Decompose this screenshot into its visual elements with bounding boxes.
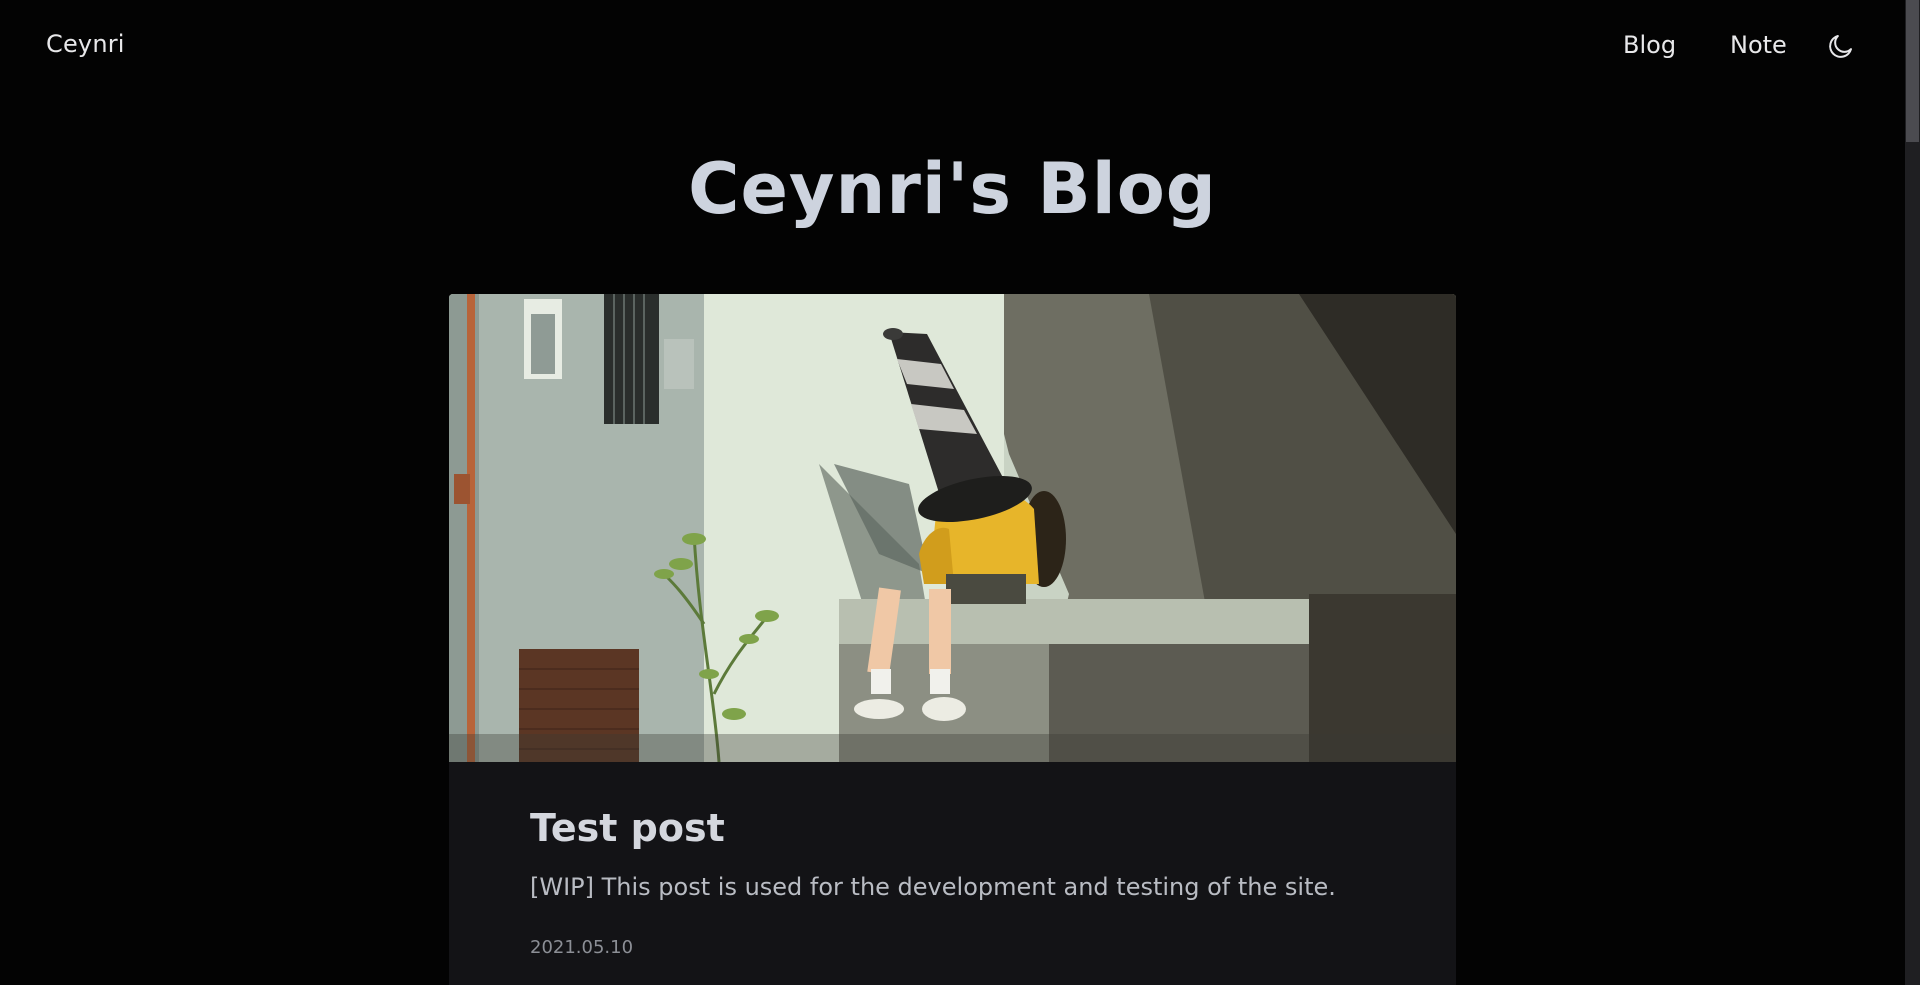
post-date: 2021.05.10 (530, 937, 634, 958)
page: Ceynri Blog Note Ceynri's Blog Test post… (0, 0, 1920, 985)
top-navbar: Ceynri Blog Note (0, 0, 1905, 92)
post-cover-image (449, 294, 1456, 763)
post-excerpt: [WIP] This post is used for the developm… (530, 873, 1336, 901)
page-title: Ceynri's Blog (688, 148, 1217, 230)
scrollbar-thumb[interactable] (1906, 0, 1919, 142)
brand-link[interactable]: Ceynri (46, 30, 125, 58)
nav-note-link[interactable]: Note (1730, 31, 1787, 59)
scrollbar-track[interactable] (1905, 0, 1920, 985)
nav-blog-link[interactable]: Blog (1623, 31, 1676, 59)
moon-icon[interactable] (1826, 31, 1856, 61)
post-title[interactable]: Test post (530, 806, 725, 850)
post-card[interactable]: Test post [WIP] This post is used for th… (449, 294, 1456, 985)
